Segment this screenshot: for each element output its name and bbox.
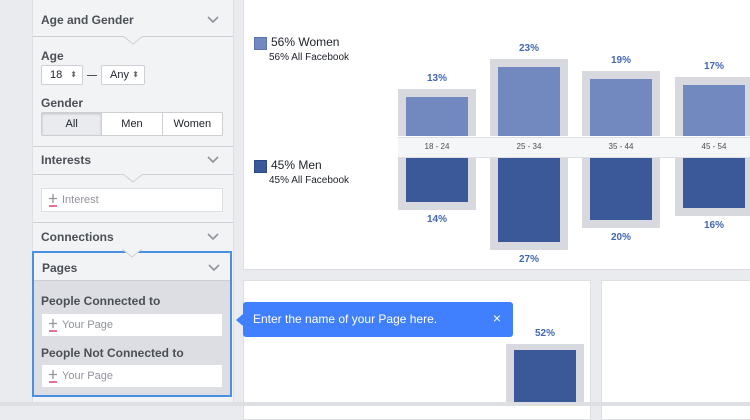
chevron-down-icon[interactable] bbox=[207, 16, 219, 24]
men-legend-swatch bbox=[254, 160, 267, 173]
women-value-label: 23% bbox=[518, 43, 539, 54]
women-bar bbox=[683, 85, 745, 136]
audience-insights: Age and Gender Age 18 ⬍ Any ⬍ Gender All… bbox=[0, 0, 750, 420]
not-connected-page-placeholder: Your Page bbox=[62, 370, 113, 382]
tooltip-arrow bbox=[236, 314, 243, 326]
men-legend-title: 45% Men bbox=[271, 158, 322, 172]
men-bar bbox=[406, 158, 468, 202]
men-value-label: 16% bbox=[703, 219, 724, 231]
chevron-down-icon[interactable] bbox=[207, 233, 219, 241]
interests-header[interactable]: Interests bbox=[41, 153, 225, 167]
tooltip-text: Enter the name of your Page here. bbox=[253, 312, 438, 326]
not-connected-page-input[interactable]: Your Page bbox=[41, 364, 223, 388]
women-bar bbox=[498, 67, 560, 136]
age-label: Age bbox=[41, 49, 64, 63]
women-bar bbox=[590, 79, 652, 136]
connected-page-input[interactable]: Your Page bbox=[41, 313, 223, 337]
gender-all-button[interactable]: All bbox=[42, 113, 102, 135]
section-notch bbox=[122, 249, 142, 258]
gender-label: Gender bbox=[41, 96, 84, 110]
women-legend-subtitle: 56% All Facebook bbox=[269, 52, 350, 63]
age-gender-header[interactable]: Age and Gender bbox=[41, 13, 225, 27]
section-notch bbox=[123, 174, 143, 183]
age-min-value: 18 bbox=[50, 69, 63, 81]
age-tick-label: 18 - 24 bbox=[424, 142, 450, 151]
age-tick-label: 45 - 54 bbox=[701, 142, 727, 151]
men-bar bbox=[498, 158, 560, 242]
lower-right-panel bbox=[601, 280, 750, 420]
women-bar bbox=[406, 97, 468, 136]
age-tick-label: 25 - 34 bbox=[516, 142, 542, 151]
page-tooltip: Enter the name of your Page here. × bbox=[236, 302, 513, 337]
plus-icon bbox=[49, 319, 57, 332]
men-legend-subtitle: 45% All Facebook bbox=[269, 175, 350, 186]
people-not-connected-label: People Not Connected to bbox=[41, 346, 184, 360]
plus-icon bbox=[49, 194, 57, 207]
age-tick-label: 35 - 44 bbox=[608, 142, 634, 151]
plus-icon bbox=[49, 370, 57, 383]
range-dash bbox=[87, 75, 97, 76]
men-value-label: 27% bbox=[518, 254, 539, 265]
lower-value-label: 52% bbox=[534, 328, 555, 339]
age-min-select[interactable]: 18 ⬍ bbox=[41, 65, 83, 85]
women-legend-title: 56% Women bbox=[271, 35, 340, 49]
men-bar bbox=[590, 158, 652, 221]
men-value-label: 20% bbox=[610, 232, 631, 244]
lower-bar bbox=[514, 350, 576, 402]
people-connected-label: People Connected to bbox=[41, 294, 161, 308]
frame-edge bbox=[0, 402, 750, 406]
pages-header[interactable]: Pages bbox=[42, 261, 222, 275]
interests-title: Interests bbox=[41, 153, 92, 167]
pages-title: Pages bbox=[42, 261, 78, 275]
age-gender-title: Age and Gender bbox=[41, 13, 134, 27]
age-max-select[interactable]: Any ⬍ bbox=[101, 65, 145, 85]
gender-women-button[interactable]: Women bbox=[161, 113, 222, 135]
close-icon[interactable]: × bbox=[493, 310, 501, 326]
divider bbox=[34, 280, 230, 281]
women-value-label: 13% bbox=[426, 73, 447, 84]
men-value-label: 14% bbox=[426, 213, 447, 225]
gender-toggle: All Men Women bbox=[41, 112, 223, 136]
sort-arrows-icon: ⬍ bbox=[70, 70, 77, 79]
women-legend-swatch bbox=[254, 37, 267, 50]
women-value-label: 19% bbox=[610, 55, 631, 66]
sort-arrows-icon: ⬍ bbox=[132, 70, 139, 79]
interest-placeholder: Interest bbox=[62, 194, 99, 206]
connections-header[interactable]: Connections bbox=[41, 230, 225, 244]
chevron-down-icon[interactable] bbox=[207, 156, 219, 164]
connections-title: Connections bbox=[41, 230, 114, 244]
age-max-value: Any bbox=[110, 69, 129, 81]
women-value-label: 17% bbox=[703, 61, 724, 72]
divider bbox=[33, 222, 233, 223]
men-bar bbox=[683, 158, 745, 208]
chevron-down-icon[interactable] bbox=[208, 264, 220, 272]
interest-input[interactable]: Interest bbox=[41, 188, 223, 212]
gender-men-button[interactable]: Men bbox=[101, 113, 161, 135]
section-notch bbox=[123, 36, 143, 45]
pages-section: Pages People Connected to Your Page Peop… bbox=[32, 249, 232, 397]
divider bbox=[33, 146, 233, 147]
connected-page-placeholder: Your Page bbox=[62, 319, 113, 331]
